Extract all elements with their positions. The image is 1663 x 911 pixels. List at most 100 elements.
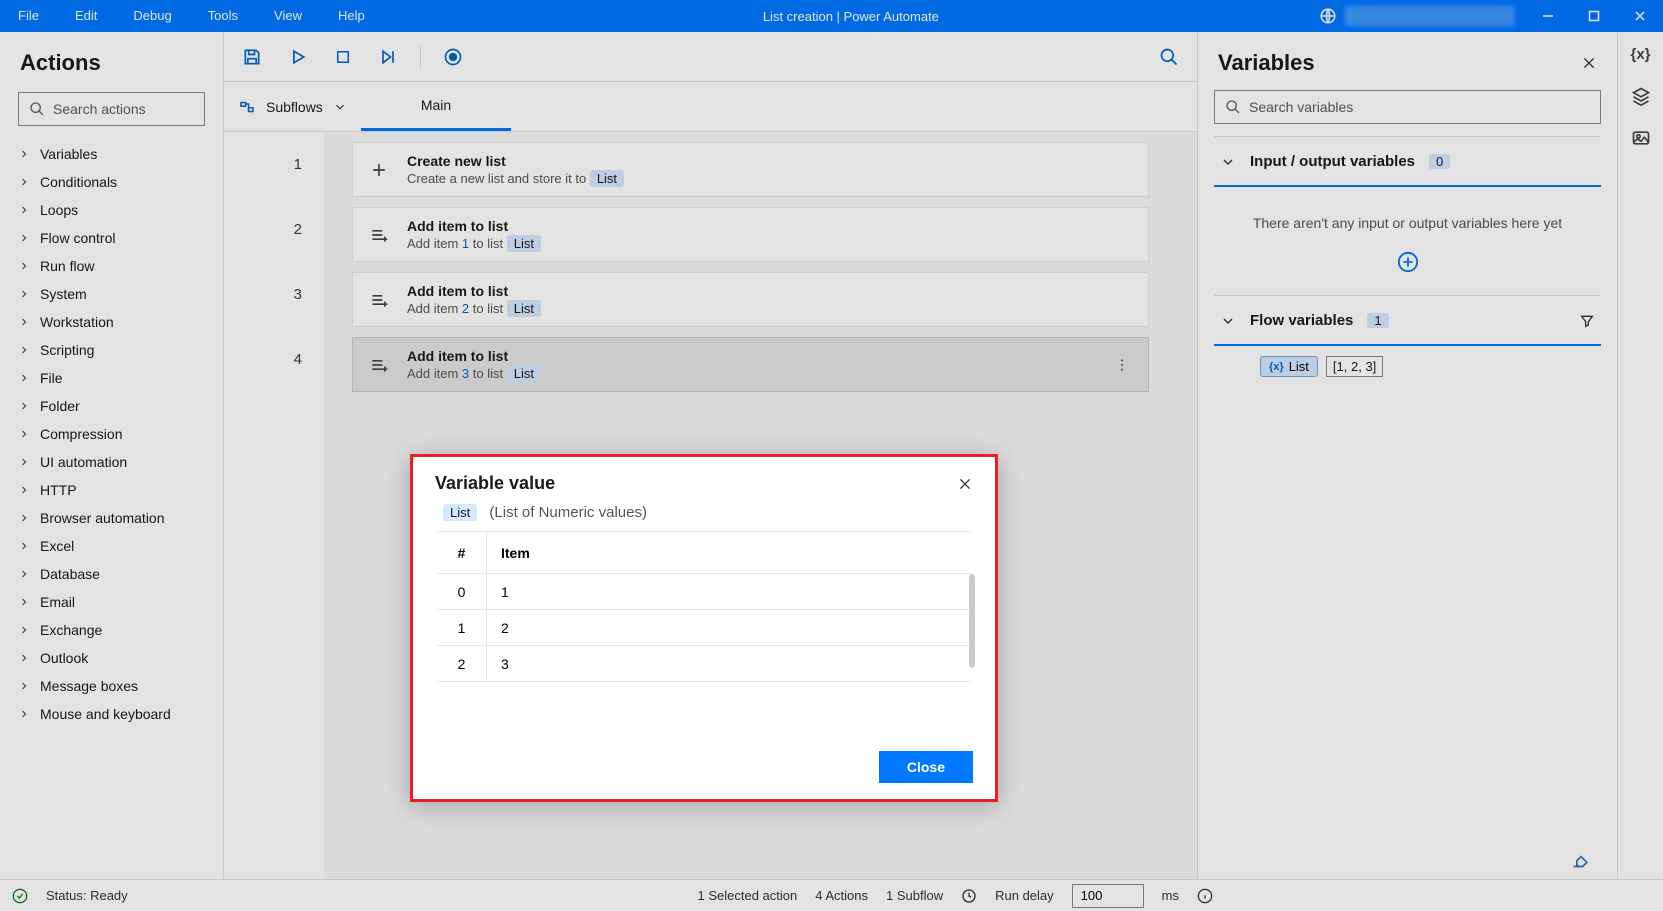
action-category[interactable]: Browser automation (0, 504, 223, 532)
action-category[interactable]: UI automation (0, 448, 223, 476)
search-actions-placeholder: Search actions (53, 101, 146, 117)
chevron-right-icon (18, 428, 30, 440)
clear-variables-button[interactable] (1214, 849, 1601, 879)
action-category[interactable]: Conditionals (0, 168, 223, 196)
check-circle-icon (12, 888, 28, 904)
subflows-dropdown[interactable]: Subflows (224, 82, 361, 131)
stop-button[interactable] (330, 44, 356, 70)
line-number: 4 (224, 327, 324, 392)
action-category[interactable]: Variables (0, 140, 223, 168)
action-category[interactable]: System (0, 280, 223, 308)
action-category-label: Run flow (40, 258, 94, 274)
action-category[interactable]: Email (0, 588, 223, 616)
flow-step[interactable]: Add item to listAdd item 1 to list List (352, 207, 1149, 262)
step-button[interactable] (374, 43, 402, 71)
menu-tools[interactable]: Tools (190, 0, 256, 32)
menu-file[interactable]: File (0, 0, 57, 32)
action-category-label: Email (40, 594, 75, 610)
line-gutter: 1234 (224, 132, 324, 879)
io-variables-toggle[interactable]: Input / output variables 0 (1214, 137, 1601, 186)
toolbar-separator (420, 45, 421, 69)
layers-button[interactable] (1631, 86, 1651, 106)
dialog-close-action-button[interactable]: Close (879, 751, 973, 783)
run-button[interactable] (284, 43, 312, 71)
flow-step[interactable]: Add item to listAdd item 3 to list List (352, 337, 1149, 392)
chevron-right-icon (18, 316, 30, 328)
flow-variables-title: Flow variables (1250, 312, 1353, 329)
action-category[interactable]: Compression (0, 420, 223, 448)
action-category[interactable]: Excel (0, 532, 223, 560)
action-category-label: Mouse and keyboard (40, 706, 171, 722)
menu-debug[interactable]: Debug (115, 0, 189, 32)
action-category-label: Scripting (40, 342, 94, 358)
action-category[interactable]: Folder (0, 392, 223, 420)
subflow-bar: Subflows Main (224, 82, 1197, 132)
search-flow-button[interactable] (1155, 43, 1183, 71)
grid-cell-item: 3 (487, 656, 509, 672)
action-category-label: Conditionals (40, 174, 117, 190)
grid-row[interactable]: 12 (437, 610, 971, 646)
grid-scrollbar[interactable] (969, 574, 975, 668)
flow-step[interactable]: Create new listCreate a new list and sto… (352, 142, 1149, 197)
subflows-label: Subflows (266, 99, 323, 115)
search-actions-input[interactable]: Search actions (18, 92, 205, 126)
action-category[interactable]: Flow control (0, 224, 223, 252)
search-variables-input[interactable]: Search variables (1214, 90, 1601, 124)
action-category[interactable]: Loops (0, 196, 223, 224)
action-category[interactable]: Mouse and keyboard (0, 700, 223, 728)
action-category[interactable]: Run flow (0, 252, 223, 280)
grid-cell-item: 2 (487, 620, 509, 636)
menu-view[interactable]: View (256, 0, 320, 32)
flow-variable-row[interactable]: {x} List [1, 2, 3] (1214, 346, 1601, 507)
value-grid: # Item 011223 (437, 531, 971, 737)
action-category[interactable]: File (0, 364, 223, 392)
maximize-button[interactable] (1571, 0, 1617, 32)
chevron-right-icon (18, 148, 30, 160)
chevron-right-icon (18, 176, 30, 188)
add-io-variable-button[interactable] (1214, 241, 1601, 295)
info-icon[interactable] (1197, 888, 1213, 904)
filter-icon[interactable] (1579, 313, 1595, 329)
menu-help[interactable]: Help (320, 0, 383, 32)
menu-edit[interactable]: Edit (57, 0, 115, 32)
step-more-button[interactable] (1110, 353, 1134, 377)
line-number: 2 (224, 197, 324, 262)
record-button[interactable] (439, 43, 467, 71)
search-variables-placeholder: Search variables (1249, 99, 1353, 115)
status-subflow: 1 Subflow (886, 888, 943, 903)
dialog-close-button[interactable] (957, 476, 973, 492)
flow-step[interactable]: Add item to listAdd item 2 to list List (352, 272, 1149, 327)
chevron-right-icon (18, 260, 30, 272)
images-button[interactable] (1631, 128, 1651, 148)
flow-variables-count: 1 (1367, 313, 1388, 328)
chevron-right-icon (18, 512, 30, 524)
tab-main[interactable]: Main (361, 82, 511, 131)
action-category-label: System (40, 286, 87, 302)
chevron-right-icon (18, 652, 30, 664)
close-window-button[interactable] (1617, 0, 1663, 32)
minimize-button[interactable] (1525, 0, 1571, 32)
run-delay-input[interactable] (1072, 884, 1144, 908)
chevron-right-icon (18, 624, 30, 636)
action-category[interactable]: Scripting (0, 336, 223, 364)
search-icon (1225, 99, 1241, 115)
search-icon (29, 101, 45, 117)
action-category[interactable]: Workstation (0, 308, 223, 336)
action-category[interactable]: Exchange (0, 616, 223, 644)
close-variables-button[interactable] (1581, 55, 1597, 71)
action-category-label: Variables (40, 146, 97, 162)
titlebar: File Edit Debug Tools View Help List cre… (0, 0, 1663, 32)
grid-row[interactable]: 23 (437, 646, 971, 682)
action-category-label: UI automation (40, 454, 127, 470)
save-button[interactable] (238, 43, 266, 71)
action-category[interactable]: Database (0, 560, 223, 588)
grid-cell-index: 1 (437, 610, 487, 645)
action-category[interactable]: Message boxes (0, 672, 223, 700)
flow-variables-section: Flow variables 1 {x} List [1, 2, 3] (1214, 295, 1601, 507)
variable-chip[interactable]: {x} List (1260, 356, 1318, 377)
variables-tab-button[interactable]: {x} (1630, 46, 1650, 64)
action-category[interactable]: Outlook (0, 644, 223, 672)
flow-variables-toggle[interactable]: Flow variables 1 (1214, 296, 1601, 345)
grid-row[interactable]: 01 (437, 574, 971, 610)
action-category[interactable]: HTTP (0, 476, 223, 504)
